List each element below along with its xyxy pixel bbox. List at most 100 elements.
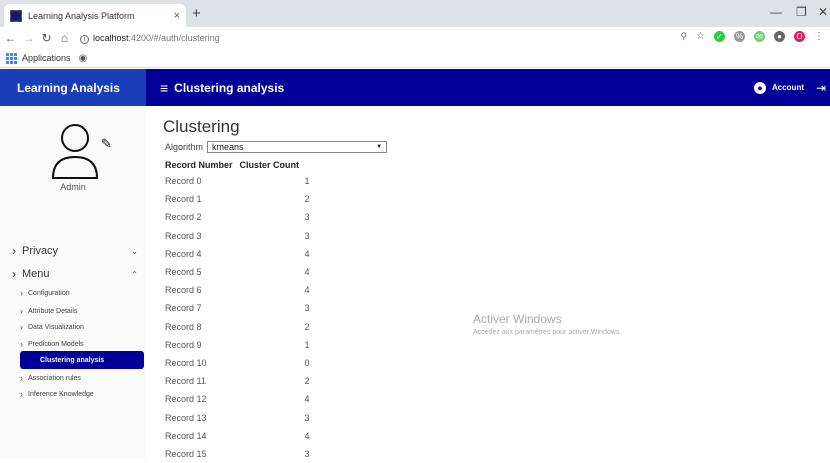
- browser-tab-bar: Learning Analysis Platform × + — ❐ ✕: [0, 0, 830, 27]
- record-number-cell: Record 11: [165, 376, 206, 387]
- column-header: Record Number: [165, 160, 233, 170]
- shield-extension-icon[interactable]: ●: [774, 31, 785, 42]
- cluster-count-cell: 3: [304, 212, 310, 223]
- tab-close-icon[interactable]: ×: [174, 10, 180, 22]
- translate-extension-icon[interactable]: %: [734, 31, 745, 42]
- apps-grid-icon[interactable]: [6, 52, 17, 64]
- reload-icon[interactable]: ↻: [39, 31, 54, 45]
- chevron-right-icon: ›: [20, 389, 23, 399]
- restore-icon[interactable]: ❐: [796, 5, 807, 19]
- cluster-count-cell: 2: [304, 321, 310, 332]
- cluster-count-cell: 2: [304, 376, 310, 387]
- table-row: Record 4 4: [163, 245, 312, 263]
- record-number-cell: Record 9: [165, 339, 202, 350]
- home-icon[interactable]: ⌂: [57, 31, 72, 45]
- edit-pencil-icon[interactable]: ✎: [101, 136, 112, 152]
- sidebar-item-label: Prediction Models: [28, 340, 84, 348]
- cluster-count-cell: 3: [304, 230, 310, 241]
- brand-title[interactable]: Learning Analysis: [0, 69, 146, 106]
- back-icon[interactable]: ←: [3, 31, 18, 45]
- table-row: Record 1 2: [163, 190, 312, 208]
- records-table: Record Number Cluster Count Record 0 1 Rec…: [163, 158, 312, 463]
- table-row: Record 13 3: [163, 408, 312, 426]
- table-row: Record 10 0: [163, 354, 312, 372]
- record-number-cell: Record 3: [165, 230, 202, 241]
- cluster-count-cell: 3: [304, 448, 310, 459]
- sidebar-item-inference-knowledge[interactable]: › Inference Knowledge: [20, 385, 146, 403]
- cluster-count-cell: 3: [304, 412, 310, 423]
- table-row: Record 8 2: [163, 318, 312, 336]
- table-row: Record 11 2: [163, 372, 312, 390]
- record-number-cell: Record 4: [165, 248, 202, 259]
- record-number-cell: Record 0: [165, 176, 202, 187]
- record-number-cell: Record 1: [165, 194, 202, 205]
- account-button[interactable]: ● Account: [754, 69, 804, 106]
- address-bar: ← → ↻ ⌂ i localhost:4200/#/auth/clusterin…: [0, 27, 830, 49]
- sidebar-item-label: Inference Knowledge: [28, 390, 94, 398]
- table-row: Record 7 3: [163, 299, 312, 317]
- cluster-count-cell: 4: [304, 248, 310, 259]
- chevron-right-icon: ›: [20, 322, 23, 332]
- mail-extension-icon[interactable]: ✉: [754, 31, 765, 42]
- record-number-cell: Record 10: [165, 357, 207, 368]
- record-number-cell: Record 6: [165, 285, 202, 296]
- algorithm-row: Algorithm kmeans ▼: [165, 141, 388, 153]
- dropdown-arrow-icon: ▼: [376, 144, 383, 150]
- sidebar-item-label: Attribute Details: [28, 307, 78, 315]
- logout-icon[interactable]: ⇥: [816, 81, 826, 95]
- bookmark-star-icon[interactable]: ☆: [696, 31, 705, 42]
- url-path: :4200/#/auth/clustering: [128, 32, 220, 43]
- sidebar-item-configuration[interactable]: › Configuration: [20, 284, 146, 302]
- window-close-icon[interactable]: ✕: [818, 5, 828, 19]
- check-extension-icon[interactable]: ✓: [714, 31, 725, 42]
- bookmarks-bar: Applications ◉: [0, 49, 830, 68]
- user-avatar-icon: [51, 124, 99, 179]
- table-row: Record 15 3: [163, 445, 312, 463]
- cluster-count-cell: 4: [304, 430, 310, 441]
- record-number-cell: Record 8: [165, 321, 202, 332]
- sidebar-section-menu[interactable]: › Menu ⌃: [12, 267, 140, 281]
- url-field[interactable]: i localhost:4200/#/auth/clustering: [80, 33, 220, 44]
- chevron-right-icon: ›: [20, 288, 23, 298]
- sidebar-item-label: Configuration: [28, 289, 70, 297]
- header-title-text: Clustering analysis: [174, 80, 285, 95]
- record-number-cell: Record 7: [165, 303, 202, 314]
- chevron-up-icon: ⌃: [131, 269, 138, 279]
- cluster-count-cell: 4: [304, 394, 310, 405]
- zoom-icon[interactable]: ⚲: [680, 31, 687, 42]
- cluster-count-cell: 4: [304, 285, 310, 296]
- chevron-right-icon: ›: [20, 339, 23, 349]
- cluster-count-cell: 1: [304, 339, 310, 350]
- table-header-row: Record Number Cluster Count: [163, 158, 312, 172]
- table-row: Record 6 4: [163, 281, 312, 299]
- cluster-count-cell: 2: [304, 194, 310, 205]
- bookmark-applications[interactable]: Applications: [22, 53, 71, 63]
- extension-icons: ⚲ ☆ ✓ % ✉ ● O ⋮: [680, 31, 824, 42]
- record-number-cell: Record 15: [165, 448, 207, 459]
- watermark-subtitle: Accédez aux paramètres pour activer Wind…: [473, 329, 622, 336]
- minimize-icon[interactable]: —: [770, 5, 782, 19]
- site-info-icon[interactable]: i: [80, 34, 89, 44]
- section-label: Privacy: [22, 245, 59, 257]
- column-header: Cluster Count: [239, 160, 300, 170]
- forward-icon[interactable]: →: [21, 31, 36, 45]
- sidebar-item-data-visualization[interactable]: › Data Visualization: [20, 318, 146, 336]
- globe-icon[interactable]: ◉: [79, 53, 88, 64]
- hamburger-menu-icon[interactable]: ≡: [160, 80, 168, 96]
- cluster-count-cell: 1: [304, 176, 310, 187]
- record-number-cell: Record 14: [165, 430, 207, 441]
- record-number-cell: Record 12: [165, 394, 207, 405]
- record-number-cell: Record 13: [165, 412, 207, 423]
- table-row: Record 0 1: [163, 172, 312, 190]
- url-host: localhost: [93, 32, 129, 43]
- new-tab-button[interactable]: +: [192, 5, 201, 22]
- browser-menu-icon[interactable]: ⋮: [814, 31, 824, 42]
- profile-avatar-icon[interactable]: O: [794, 31, 805, 42]
- sidebar-section-privacy[interactable]: › Privacy ⌄: [12, 244, 140, 258]
- sidebar-item-clustering-analysis[interactable]: Clustering analysis: [20, 351, 144, 369]
- chevron-right-icon: ›: [20, 306, 23, 316]
- browser-tab[interactable]: Learning Analysis Platform ×: [4, 4, 186, 27]
- page-title: Clustering: [163, 117, 240, 136]
- sidebar-item-label: Clustering analysis: [40, 356, 105, 364]
- algorithm-select[interactable]: kmeans ▼: [207, 141, 388, 153]
